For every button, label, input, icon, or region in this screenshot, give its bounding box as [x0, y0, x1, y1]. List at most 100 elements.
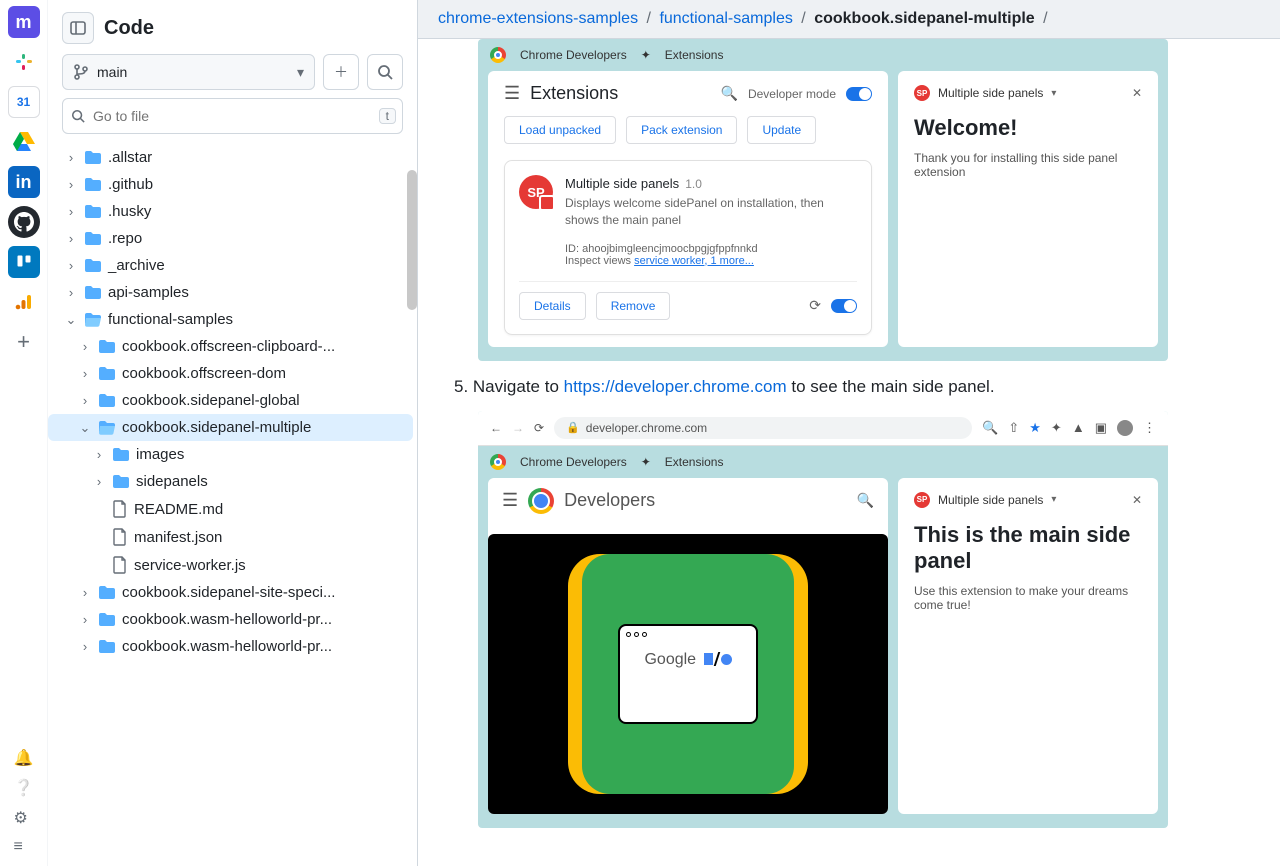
folder-icon	[98, 393, 116, 409]
sidebar-toggle-icon[interactable]	[62, 12, 94, 44]
tree-item-label: manifest.json	[134, 529, 222, 546]
tree-folder[interactable]: › cookbook.sidepanel-global	[48, 387, 413, 414]
tree-folder[interactable]: › .github	[48, 171, 413, 198]
chevron-icon: ›	[64, 285, 78, 300]
github-icon[interactable]	[8, 206, 40, 238]
chevron-icon: ›	[64, 177, 78, 192]
tree-file[interactable]: manifest.json	[48, 523, 413, 551]
folder-icon	[98, 612, 116, 628]
tree-item-label: cookbook.offscreen-dom	[122, 365, 286, 382]
reload-icon: ⟳	[809, 297, 821, 314]
linkedin-icon[interactable]: in	[8, 166, 40, 198]
tree-item-label: .github	[108, 176, 153, 193]
add-app-icon[interactable]: +	[8, 326, 40, 358]
file-tree[interactable]: ›.allstar›.github›.husky›.repo›_archive›…	[48, 144, 417, 866]
search-button[interactable]	[367, 54, 403, 90]
main-content: chrome-extensions-samples / functional-s…	[418, 0, 1280, 866]
toggle-on-icon	[846, 87, 872, 101]
kbd-shortcut-hint: t	[379, 108, 396, 124]
drive-icon[interactable]	[8, 126, 40, 158]
tree-item-label: cookbook.sidepanel-multiple	[122, 419, 311, 436]
tree-file[interactable]: service-worker.js	[48, 551, 413, 579]
chevron-icon: ›	[78, 612, 92, 627]
search-icon: 🔍	[721, 85, 738, 102]
tree-folder[interactable]: › cookbook.offscreen-dom	[48, 360, 413, 387]
folder-icon	[84, 231, 102, 247]
tree-folder[interactable]: › cookbook.sidepanel-site-speci...	[48, 579, 413, 606]
tree-folder[interactable]: › cookbook.wasm-helloworld-pr...	[48, 633, 413, 660]
calendar-icon[interactable]: 31	[8, 86, 40, 118]
avatar-icon	[1117, 420, 1133, 436]
tree-folder[interactable]: ⌄ cookbook.sidepanel-multiple	[48, 414, 413, 441]
tree-item-label: cookbook.offscreen-clipboard-...	[122, 338, 335, 355]
tree-folder[interactable]: ›.repo	[48, 225, 413, 252]
extension-badge-icon: SP	[914, 85, 930, 101]
step-5: 5. Navigate to https://developer.chrome.…	[454, 377, 1260, 397]
tree-folder[interactable]: ›.husky	[48, 198, 413, 225]
profile-icon: ▲	[1072, 420, 1085, 435]
folder-icon	[98, 366, 116, 382]
mastodon-icon[interactable]: m	[8, 6, 40, 38]
help-icon[interactable]: ❔	[14, 778, 34, 798]
tree-item-label: cookbook.wasm-helloworld-pr...	[122, 638, 332, 655]
file-icon	[112, 528, 128, 546]
toggle-on-icon	[831, 299, 857, 313]
tree-folder[interactable]: ›images	[48, 441, 413, 468]
screenshot-main-panel: ← → ⟳ 🔒 developer.chrome.com 🔍 ⇧ ★ ✦ ▲ ▣…	[478, 411, 1168, 828]
add-button[interactable]: ＋	[323, 54, 359, 90]
caret-down-icon: ▾	[297, 64, 304, 81]
breadcrumb-link[interactable]: chrome-extensions-samples	[438, 10, 638, 27]
settings-icon[interactable]: ⚙	[14, 808, 34, 828]
puzzle-icon: ✦	[1051, 420, 1062, 436]
chevron-icon: ›	[78, 393, 92, 408]
menu-icon[interactable]: ≡	[14, 838, 34, 856]
folder-icon	[98, 339, 116, 355]
analytics-icon[interactable]	[8, 286, 40, 318]
step-5-link[interactable]: https://developer.chrome.com	[564, 377, 787, 396]
folder-icon	[84, 150, 102, 166]
chevron-icon: ⌄	[78, 420, 92, 436]
folder-icon	[84, 177, 102, 193]
tree-file[interactable]: README.md	[48, 495, 413, 523]
tree-folder[interactable]: ›_archive	[48, 252, 413, 279]
breadcrumb-current: cookbook.sidepanel-multiple	[814, 10, 1034, 27]
tree-item-label: sidepanels	[136, 473, 208, 490]
slack-icon[interactable]	[8, 46, 40, 78]
file-icon	[112, 556, 128, 574]
notifications-icon[interactable]: 🔔	[14, 748, 34, 768]
search-icon	[377, 64, 393, 80]
tree-item-label: cookbook.sidepanel-global	[122, 392, 300, 409]
chrome-icon	[490, 454, 506, 470]
trello-icon[interactable]	[8, 246, 40, 278]
branch-name: main	[97, 64, 127, 80]
file-filter-field[interactable]	[93, 108, 394, 124]
tree-folder[interactable]: ›sidepanels	[48, 468, 413, 495]
scrollbar-thumb[interactable]	[407, 170, 417, 310]
tree-folder[interactable]: › cookbook.offscreen-clipboard-...	[48, 333, 413, 360]
file-filter-input[interactable]: t	[62, 98, 403, 134]
screenshot-welcome-panel: Chrome Developers ✦ Extensions ☰ Extensi…	[478, 39, 1168, 361]
tree-item-label: cookbook.sidepanel-site-speci...	[122, 584, 335, 601]
tree-folder[interactable]: ›cookbook.wasm-helloworld-pr...	[48, 606, 413, 633]
chevron-icon: ›	[78, 366, 92, 381]
chevron-icon: ›	[64, 231, 78, 246]
folder-icon	[84, 312, 102, 328]
chevron-icon: ›	[78, 339, 92, 354]
tree-folder[interactable]: ›.allstar	[48, 144, 413, 171]
search-icon	[71, 109, 85, 123]
tree-folder[interactable]: ⌄functional-samples	[48, 306, 413, 333]
chevron-icon: ›	[64, 258, 78, 273]
file-icon	[112, 500, 128, 518]
chevron-icon: ›	[78, 639, 92, 654]
chevron-icon: ›	[64, 204, 78, 219]
branch-selector[interactable]: main ▾	[62, 54, 315, 90]
folder-icon	[98, 585, 116, 601]
tree-folder[interactable]: ›api-samples	[48, 279, 413, 306]
more-icon: ⋮	[1143, 420, 1156, 436]
chevron-icon: ›	[78, 585, 92, 600]
tree-item-label: functional-samples	[108, 311, 233, 328]
lock-icon: 🔒	[566, 421, 580, 434]
folder-icon	[112, 447, 130, 463]
share-icon: ⇧	[1008, 420, 1019, 436]
breadcrumb-link[interactable]: functional-samples	[659, 10, 792, 27]
